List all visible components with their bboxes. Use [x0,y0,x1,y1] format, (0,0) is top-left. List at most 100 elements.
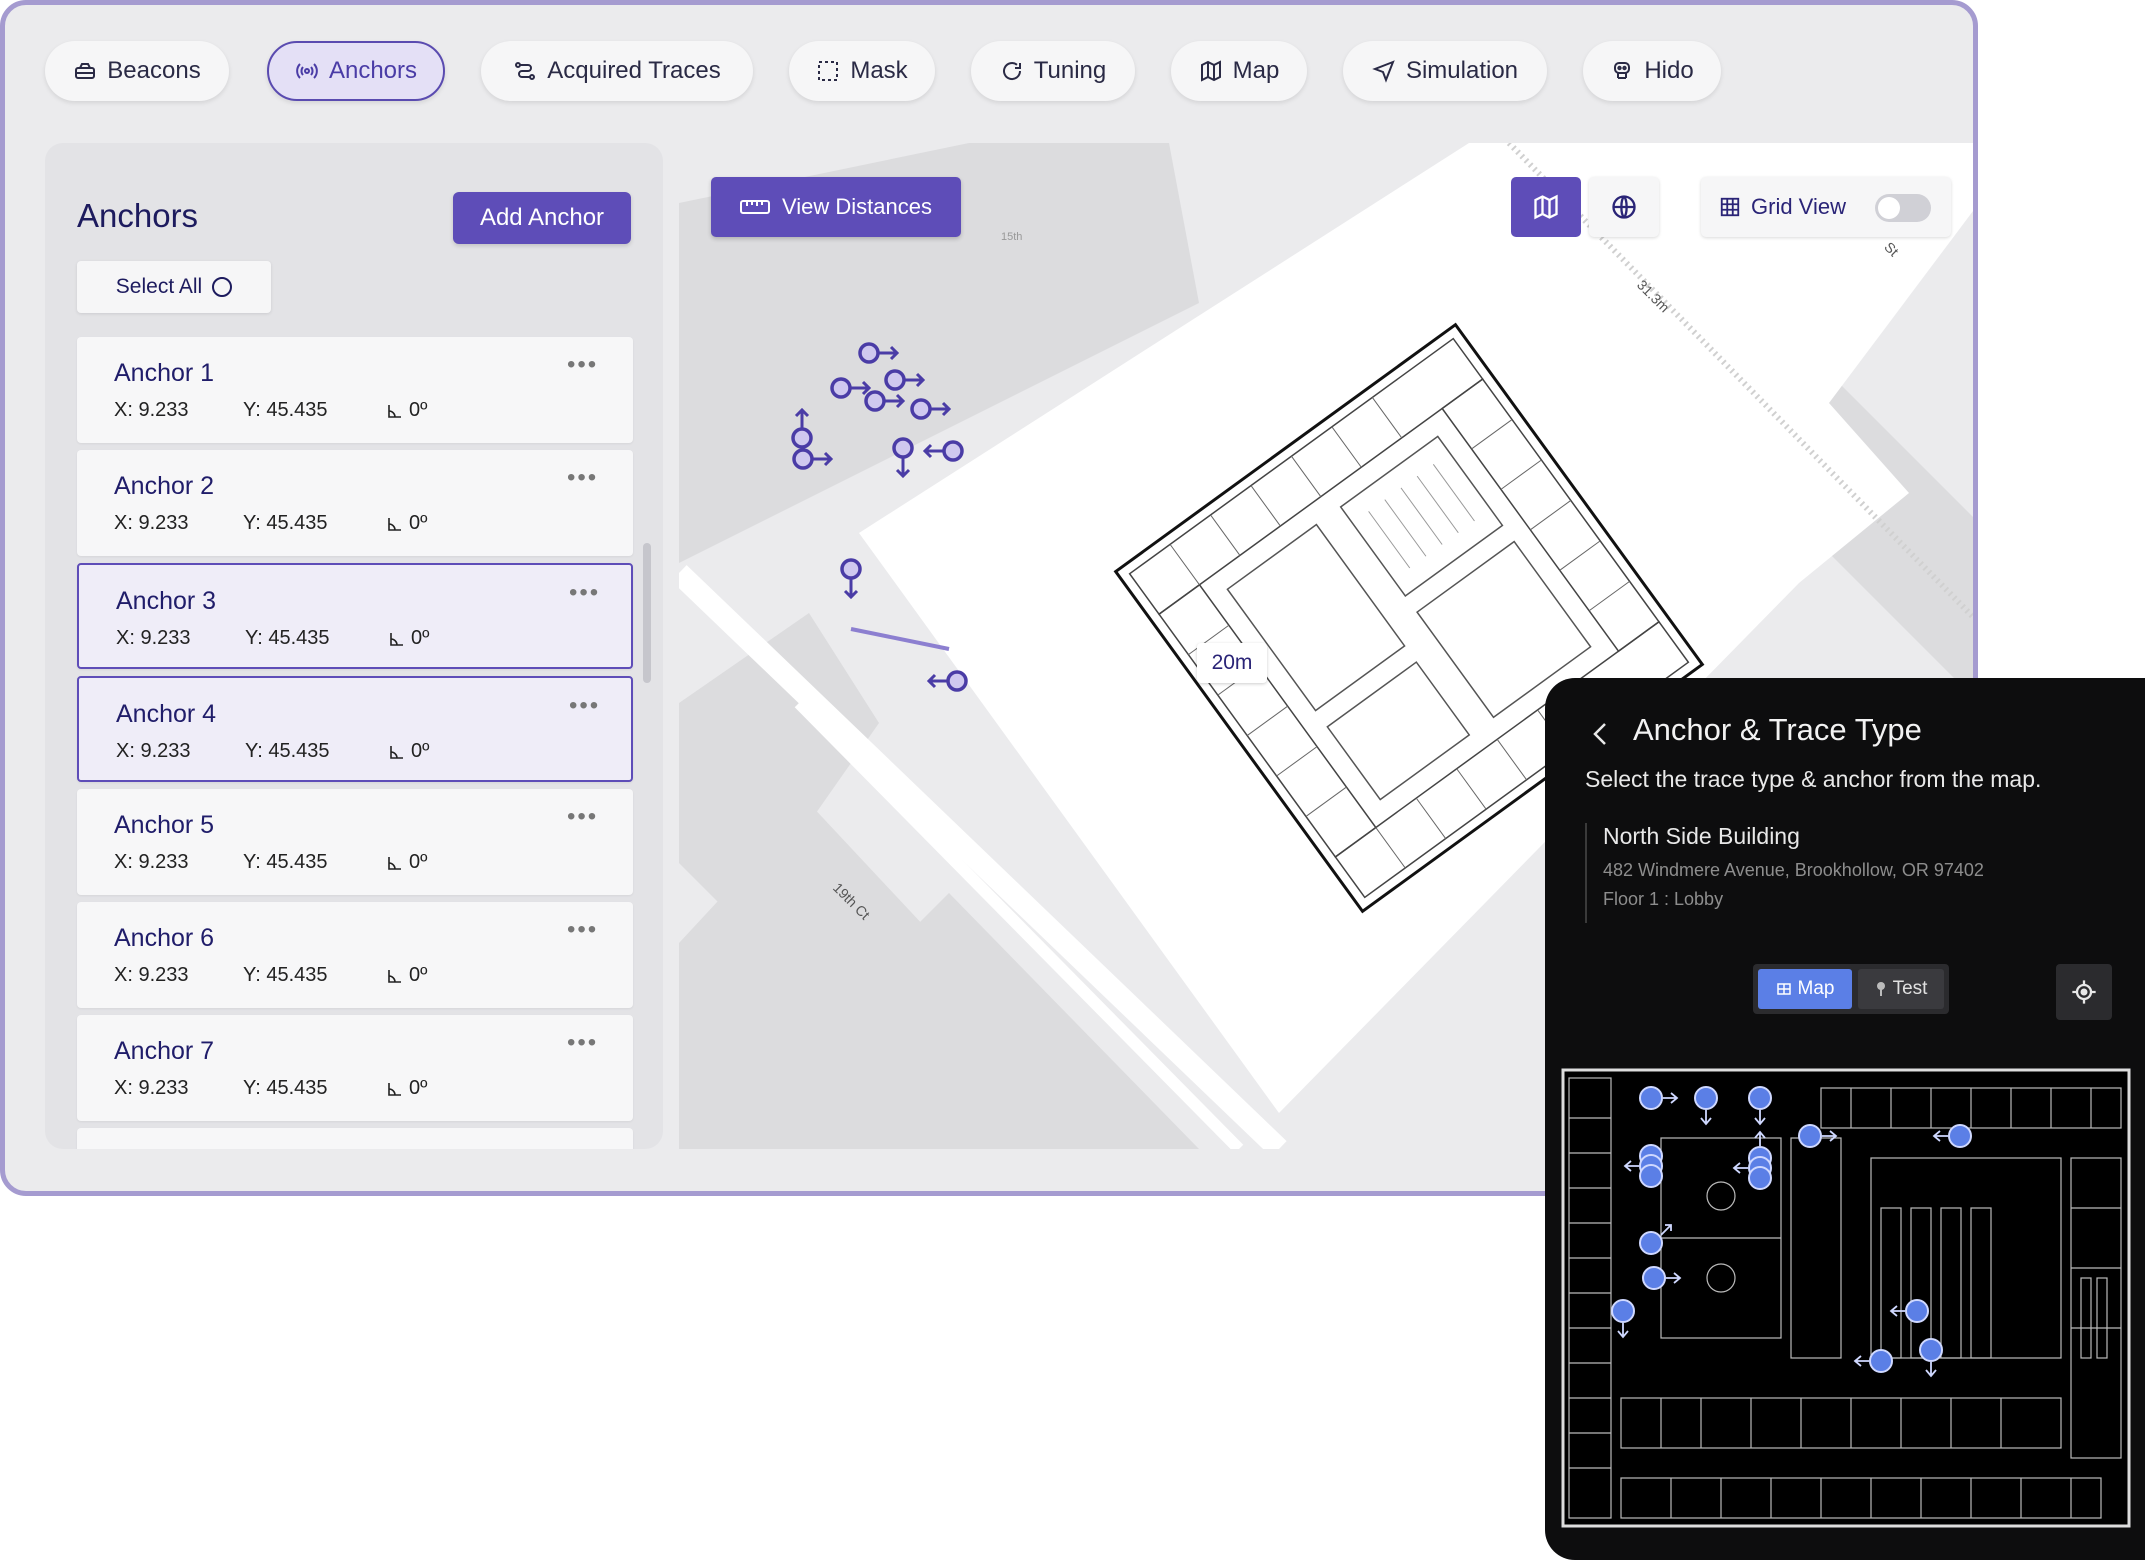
panel-title: Anchors [77,197,199,234]
tab-map[interactable]: Map [1171,41,1307,101]
anchor-card[interactable]: Anchor 4 X: 9.233 Y: 45.435 0º ••• [77,676,633,782]
scrollbar[interactable] [643,543,651,683]
anchor-marker[interactable] [884,369,906,391]
grid-view-control[interactable]: Grid View [1701,177,1951,237]
anchor-marker[interactable] [946,670,968,692]
tab-hido[interactable]: Hido [1583,41,1721,101]
angle-icon [390,632,403,646]
more-options-icon[interactable]: ••• [567,916,598,944]
map-icon [1534,194,1558,220]
floor-plan-dark[interactable] [1561,1068,2131,1528]
anchor-card[interactable]: Anchor 2 X: 9.233 Y: 45.435 0º ••• [77,450,633,556]
mode-switch: Map Test [1753,964,1949,1014]
trace-marker[interactable] [1798,1124,1822,1148]
anchor-card[interactable]: Anchor 5 X: 9.233 Y: 45.435 0º ••• [77,789,633,895]
select-all-label: Select All [115,275,203,298]
locate-button[interactable] [2056,964,2112,1020]
more-options-icon[interactable]: ••• [567,464,598,492]
tab-label: Hido [1644,57,1694,84]
trace-marker[interactable] [1611,1299,1635,1323]
more-options-icon[interactable]: ••• [569,579,600,607]
tab-label: Beacons [107,57,201,84]
angle-icon [388,969,401,983]
back-icon[interactable] [1587,718,1613,750]
angle-icon [390,745,403,759]
beacon-icon [75,63,96,79]
test-option-label: Test [1892,978,1928,999]
more-options-icon[interactable]: ••• [569,692,600,720]
trace-marker[interactable] [1639,1086,1663,1110]
ruler-icon [740,200,770,214]
trace-marker[interactable] [1948,1124,1972,1148]
anchor-marker[interactable] [864,390,886,412]
tab-mask[interactable]: Mask [789,41,935,101]
add-anchor-button[interactable]: Add Anchor [453,192,631,244]
anchor-marker[interactable] [892,437,914,459]
anchor-card[interactable]: Anchor 1 X: 9.233 Y: 45.435 0º ••• [77,337,633,443]
trace-marker[interactable] [1694,1086,1718,1110]
angle-value: 0º [409,964,428,986]
anchor-card[interactable]: Anchor 3 X: 9.233 Y: 45.435 0º ••• [77,563,633,669]
trace-marker[interactable] [1639,1164,1663,1188]
tab-acquired-traces[interactable]: Acquired Traces [481,41,753,101]
route-icon [515,62,536,80]
trace-marker[interactable] [1748,1166,1772,1190]
map-option-label: Map [1797,978,1835,999]
tab-label: Simulation [1405,57,1519,84]
tab-simulation[interactable]: Simulation [1343,41,1547,101]
anchor-marker[interactable] [840,558,862,580]
anchor-card[interactable]: Anchor 7 X: 9.233 Y: 45.435 0º ••• [77,1015,633,1121]
test-option[interactable]: Test [1858,969,1944,1009]
anchor-marker[interactable] [858,342,880,364]
building-name: North Side Building [1603,823,1800,849]
anchors-panel: Anchors Add Anchor Select All Anchor 1 X… [45,143,663,1149]
radio-icon[interactable] [212,277,233,297]
anchor-marker[interactable] [942,440,964,462]
trace-marker[interactable] [1869,1349,1893,1373]
more-options-icon[interactable]: ••• [567,1029,598,1057]
more-options-icon[interactable]: ••• [567,803,598,831]
anchor-card[interactable]: Anchor 6 X: 9.233 Y: 45.435 0º ••• [77,902,633,1008]
select-all-button[interactable]: Select All [77,261,271,313]
refresh-icon [1002,62,1021,80]
anchor-marker[interactable] [910,398,932,420]
grid-view-toggle[interactable] [1875,194,1931,222]
anchor-name: Anchor 2 [114,472,215,500]
angle-icon [388,1082,401,1096]
view-distances-button[interactable]: View Distances [711,177,961,237]
building-info: North Side Building 482 Windmere Avenue,… [1585,823,1984,923]
trace-marker[interactable] [1905,1299,1929,1323]
anchor-y: Y: 45.435 [243,964,328,986]
view-distances-label: View Distances [782,194,932,219]
anchor-name: Anchor 5 [114,811,215,839]
anchor-name: Anchor 3 [116,587,217,615]
anchor-marker[interactable] [830,377,852,399]
map-option[interactable]: Map [1758,969,1852,1009]
angle-value: 0º [409,512,428,534]
anchor-x: X: 9.233 [114,851,189,873]
street-label: 15th [1001,231,1023,243]
navigation-icon [1372,60,1395,83]
anchor-name: Anchor 4 [116,700,217,728]
tab-tuning[interactable]: Tuning [971,41,1135,101]
anchor-marker[interactable] [791,427,813,449]
angle-value: 0º [409,851,428,873]
tab-beacons[interactable]: Beacons [45,41,229,101]
anchor-angle: 0º [387,851,427,874]
anchor-angle: 0º [389,627,429,650]
anchor-y: Y: 45.435 [243,851,328,873]
trace-marker[interactable] [1642,1266,1666,1290]
tab-anchors[interactable]: Anchors [267,41,445,101]
trace-marker[interactable] [1919,1338,1943,1362]
globe-mode-button[interactable] [1589,177,1659,237]
anchor-y: Y: 45.435 [243,512,328,534]
map-mode-button[interactable] [1511,177,1581,237]
anchor-card-partial[interactable] [77,1128,633,1149]
more-options-icon[interactable]: ••• [567,351,598,379]
mask-icon [818,61,839,81]
anchor-marker[interactable] [792,448,814,470]
trace-marker[interactable] [1639,1231,1663,1255]
tab-label: Acquired Traces [547,57,721,84]
trace-marker[interactable] [1748,1086,1772,1110]
crosshair-icon [2072,980,2096,1004]
